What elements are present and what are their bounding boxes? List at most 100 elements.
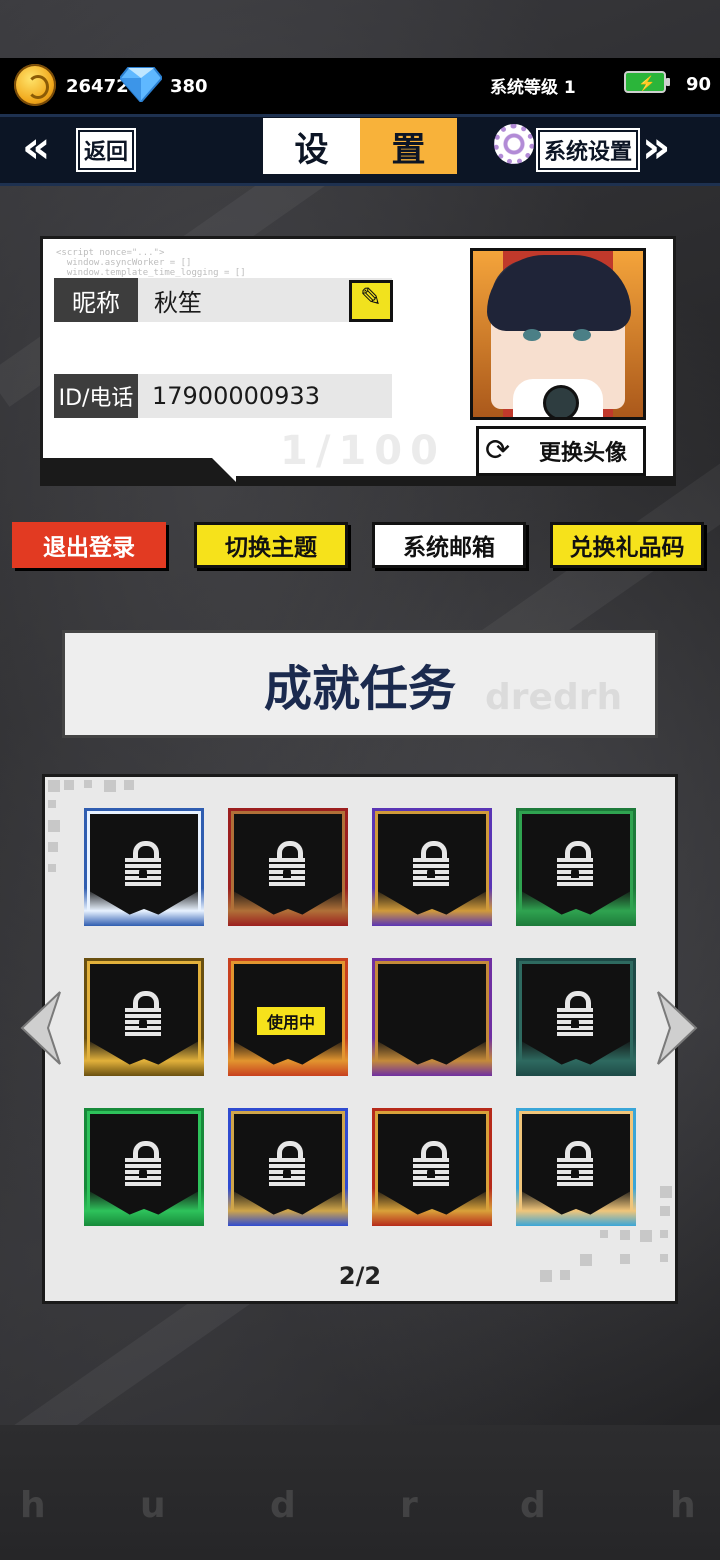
frame-item-green-tech-frame[interactable] [516,808,636,926]
decor-square [560,1270,570,1280]
page-indicator: 2/2 [338,1262,382,1290]
lock-icon [413,841,451,886]
decor-square [620,1254,630,1264]
logout-button[interactable]: 退出登录 [12,522,166,568]
decor-square [84,780,92,788]
battery-level: 90 [686,74,712,95]
bottom-watermark-band: hudrdh [0,1425,720,1560]
title-part-right: 置 [360,118,457,174]
lock-icon [125,991,163,1036]
decor-square [104,780,116,792]
id-value: 17900000933 [152,382,320,410]
frame-item-purple-bolt-frame[interactable] [372,958,492,1076]
lock-icon [413,1141,451,1186]
diamond-icon [120,67,162,102]
decor-square [64,780,74,790]
battery-icon: ⚡ [624,71,670,93]
decor-square [620,1230,630,1240]
id-label: ID/电话 [54,374,138,418]
frame-item-emerald-frame[interactable] [84,1108,204,1226]
frame-item-ice-wing-frame[interactable] [516,1108,636,1226]
lock-icon [557,991,595,1036]
previous-page-arrow[interactable] [20,990,62,1066]
in-use-badge: 使用中 [255,1005,327,1037]
lock-icon [269,1141,307,1186]
emblem-icon [543,385,579,417]
double-chevron-right-icon: » [642,122,671,173]
system-settings-button[interactable]: 系统设置 » [492,118,704,176]
decor-square [660,1186,672,1198]
page-title: 设 置 [263,118,457,174]
nickname-row: 昵称 秋笙 [54,278,392,322]
frame-ornament [84,888,204,926]
coin-icon [14,64,56,106]
frame-item-gold-gear-frame[interactable] [84,958,204,1076]
lock-icon [269,841,307,886]
gear-icon [494,124,534,164]
change-avatar-label: 更换头像 [539,441,628,466]
id-row: ID/电话 17900000933 [54,374,392,418]
achievements-banner: dredrh 成就任务 [62,630,658,738]
frame-ornament [84,1038,204,1076]
back-label: 返回 [75,128,137,172]
frame-item-flame-frame[interactable]: 使用中 [228,958,348,1076]
card-decoration [236,476,676,486]
frame-ornament [516,1038,636,1076]
decor-square [124,780,134,790]
decor-square [640,1230,652,1242]
frame-item-violet-frame[interactable] [372,808,492,926]
lock-icon [557,841,595,886]
title-part-left: 设 [263,118,360,174]
frame-ornament [372,1038,492,1076]
watermark-text: 1/100 [280,428,446,474]
decor-square [48,820,60,832]
frame-ornament [228,1038,348,1076]
back-button[interactable]: « 返回 [18,118,138,176]
frame-ornament [228,1188,348,1226]
switch-theme-button[interactable]: 切换主题 [194,522,348,568]
frame-ornament [516,1188,636,1226]
frame-item-snowflake-frame[interactable] [84,808,204,926]
frame-ornament [372,888,492,926]
lock-icon [125,1141,163,1186]
lock-icon [557,1141,595,1186]
nickname-value: 秋笙 [154,288,202,317]
decor-square [660,1254,668,1262]
avatar-hair [487,255,631,331]
redeem-code-button[interactable]: 兑换礼品码 [550,522,704,568]
edit-nickname-button[interactable]: ✎ [349,280,393,322]
avatar [470,248,646,420]
avatar-eye [523,329,541,341]
decor-square [48,800,56,808]
decor-square [540,1270,552,1282]
frame-item-red-gold-frame[interactable] [372,1108,492,1226]
decor-square [660,1230,668,1238]
frame-item-thunder-frame[interactable] [228,1108,348,1226]
frame-ornament [228,888,348,926]
frame-item-crimson-frame[interactable] [228,808,348,926]
lock-icon [125,841,163,886]
frame-ornament [372,1188,492,1226]
system-mail-button[interactable]: 系统邮箱 [372,522,526,568]
bolt-icon: ⚡ [638,75,656,91]
achievements-title: 成就任务 [263,661,456,717]
next-page-arrow[interactable] [656,990,698,1066]
nickname-label: 昵称 [54,278,138,322]
frame-ornament [516,888,636,926]
avatar-eye [573,329,591,341]
decor-square [48,842,58,852]
system-settings-label: 系统设置 [535,128,641,172]
frame-item-teal-dragon-frame[interactable] [516,958,636,1076]
pencil-icon: ✎ [360,283,382,313]
decor-square [580,1254,592,1266]
change-avatar-button[interactable]: ⟳ 更换头像 [476,426,646,476]
refresh-icon: ⟳ [485,433,511,468]
frame-ornament [84,1188,204,1226]
diamond-count: 380 [170,76,208,97]
decor-square [48,780,60,792]
double-chevron-left-icon: « [22,122,51,173]
decor-square [48,864,56,872]
card-decoration [40,458,240,486]
system-level: 系统等级 1 [490,78,576,98]
decor-square [600,1230,608,1238]
